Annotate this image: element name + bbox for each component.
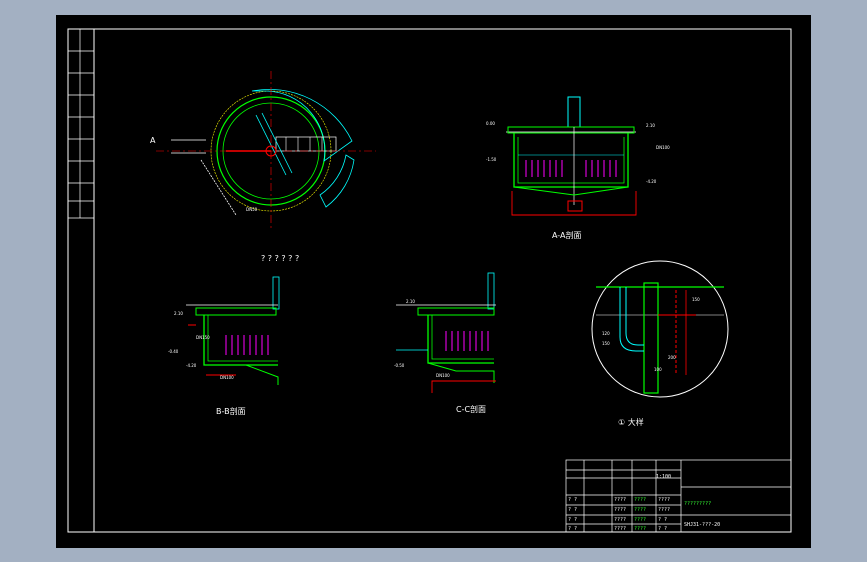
detail-label-d: 200 [668,355,676,360]
aa-elev-low: -1.50 [486,157,497,162]
tb-r3c1: ???? [614,526,626,532]
cc-elev-low: -0.50 [394,363,405,368]
cad-model-space[interactable]: A DN50 ? ? ? ? ? ? 2.10 0.00 -1.50 -4.20… [56,15,811,548]
tb-r2c2: ???? [634,517,646,523]
tb-r3c3: ? ? [658,526,667,532]
detail-label-b: 150 [602,341,610,346]
inner-border [93,28,792,533]
tb-r0c1: ???? [614,497,626,503]
tb-r0c2: ???? [634,497,646,503]
aa-elev-top: 2.10 [646,123,655,128]
detail-label-a: 120 [602,331,610,336]
plan-marker-a: A [150,136,156,145]
aa-section-title: A-A剖面 [552,230,581,240]
bb-pipe: DN100 [220,375,234,380]
cc-elev-top: 2.10 [406,299,415,304]
tb-r0c3: ???? [658,497,670,503]
left-title-strip [67,29,94,219]
title-block[interactable] [565,459,792,533]
drawing-sheet: A DN50 ? ? ? ? ? ? 2.10 0.00 -1.50 -4.20… [67,28,792,533]
aa-note: DN100 [656,145,670,150]
bb-section-title: B-B剖面 [216,406,246,416]
bb-elev-low: -0.40 [168,349,179,354]
detail-label-e: 100 [654,367,662,372]
tb-r1c1: ???? [614,507,626,513]
tb-r1c3: ???? [658,507,670,513]
cc-pipe: DN100 [436,373,450,378]
sheet-border [67,28,792,533]
tb-r3c0: ? ? [568,526,577,532]
title-block-text: ? ? ???? ???? ???? ? ? ???? ???? ???? ? … [568,474,720,532]
tb-r2c0: ? ? [568,517,577,523]
tb-r2c3: ? ? [658,517,667,523]
bb-elev-bottom: -4.20 [186,363,197,368]
tb-r3c2: ???? [634,526,646,532]
detail-label-c: 150 [692,297,700,302]
cc-section-title: C-C剖面 [456,404,486,414]
section-cc[interactable]: 2.10 -0.50 DN100 [394,272,496,393]
tb-r0c0: ? ? [568,497,577,503]
tb-r2c1: ???? [614,517,626,523]
tb-r1c2: ???? [634,507,646,513]
section-aa[interactable]: 2.10 0.00 -1.50 -4.20 DN100 [486,96,670,216]
tb-drawing-no: SHJ31-???-20 [684,522,720,528]
aa-elev-mid: 0.00 [486,121,495,126]
section-bb[interactable]: 2.10 -0.40 -4.20 DN100 DN150 [168,276,280,385]
bb-elev-top: 2.10 [174,311,183,316]
tb-sheet: 1:100 [656,474,671,480]
aa-elev-bottom: -4.20 [646,179,657,184]
plan-view-title: ? ? ? ? ? ? [261,254,299,263]
bb-pipe2: DN150 [196,335,210,340]
detail-view[interactable]: 120 150 150 200 100 [591,260,729,398]
plan-view[interactable]: A DN50 [150,71,376,231]
tb-r1c0: ? ? [568,507,577,513]
detail-title: ① 大样 [618,417,644,427]
plan-dim-dn: DN50 [246,207,258,212]
tb-company: ????????? [684,501,711,507]
